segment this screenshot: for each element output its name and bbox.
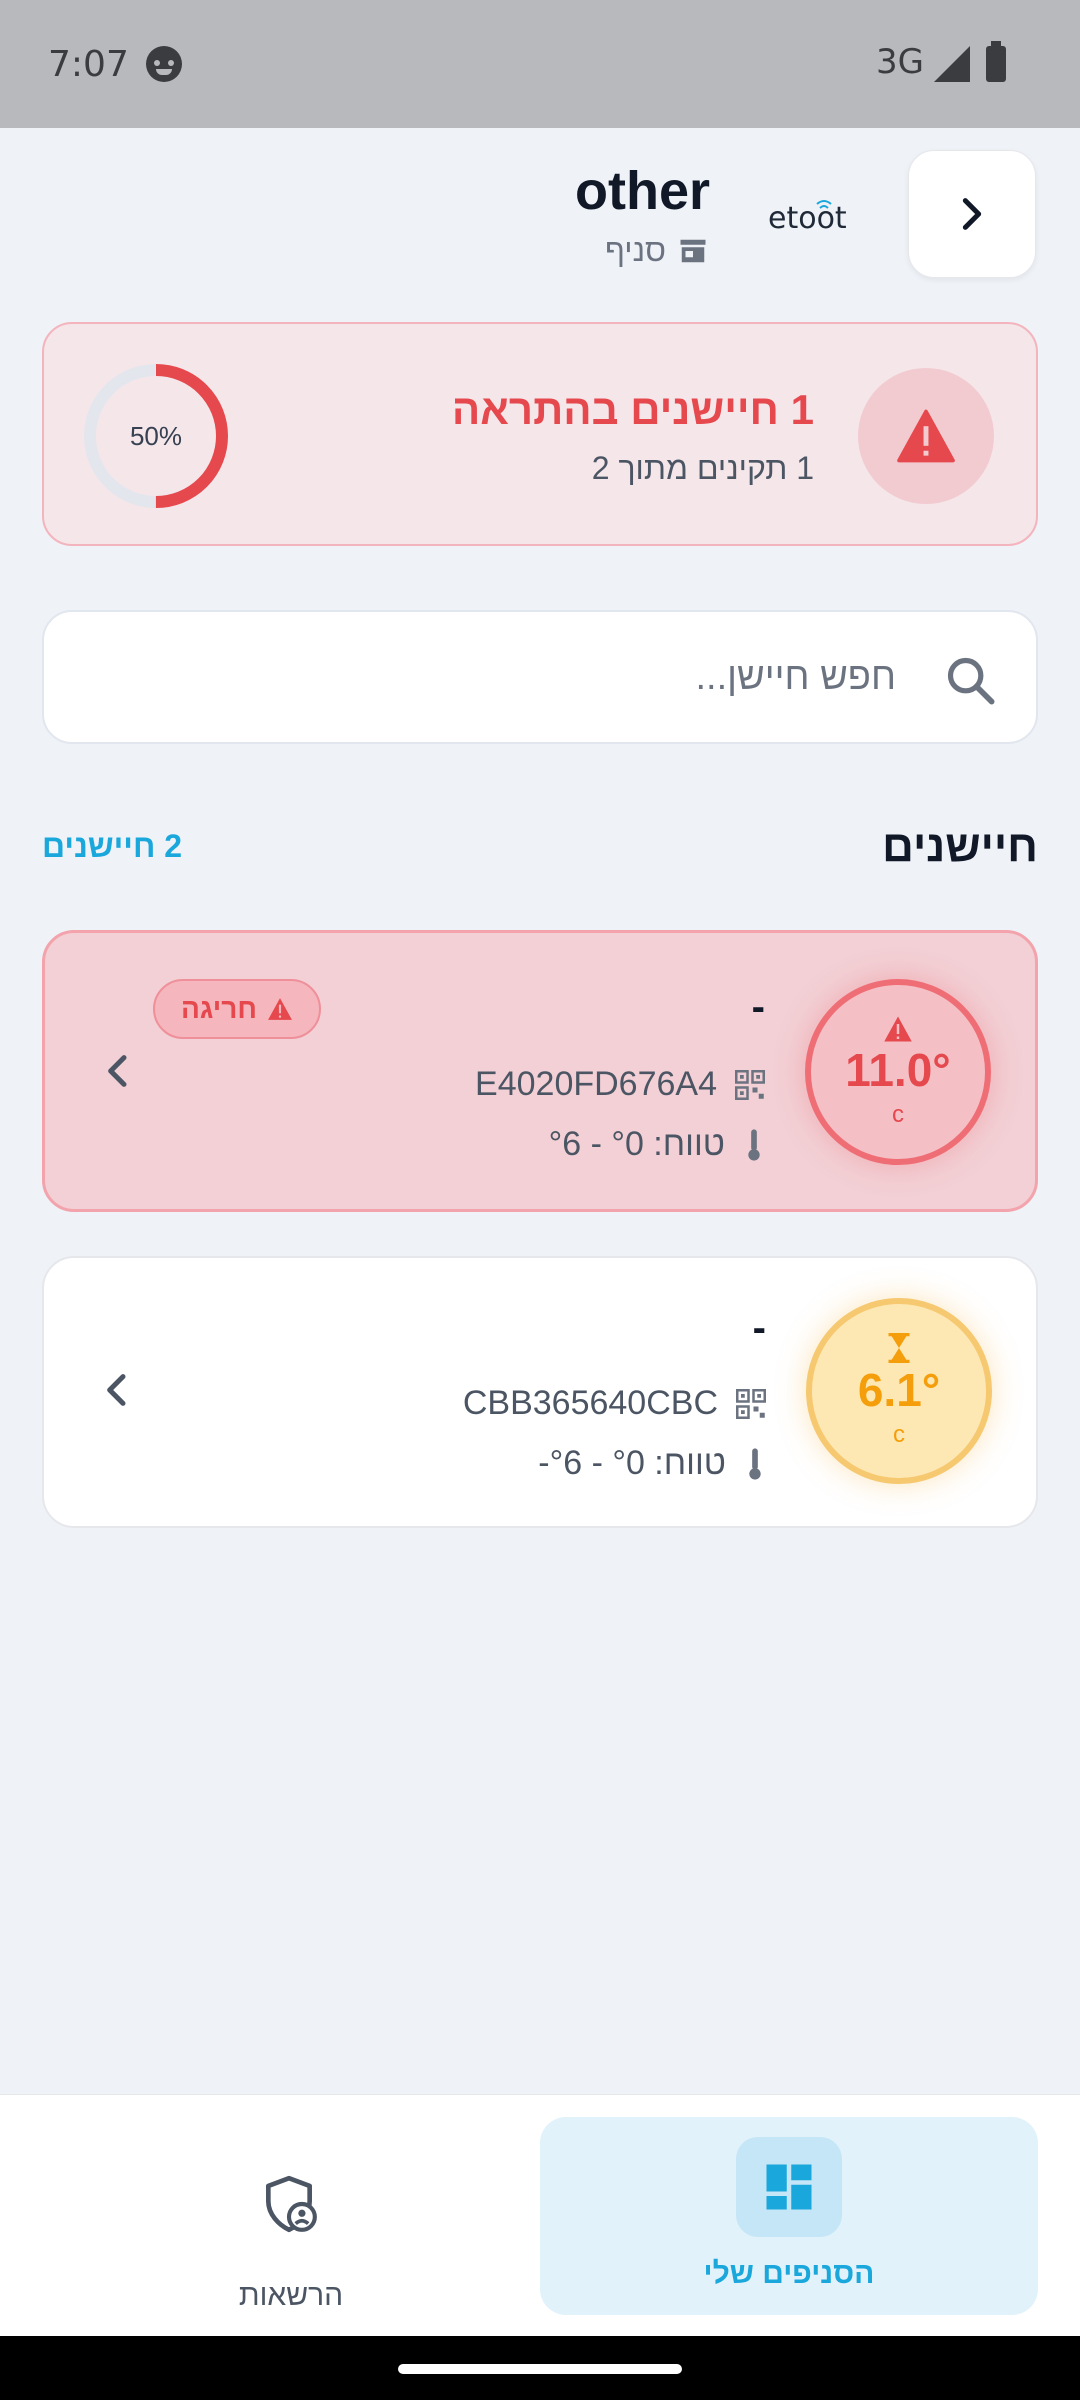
sensor-id: CBB365640CBC xyxy=(462,1384,718,1422)
branch-subtitle: סניף xyxy=(605,232,708,269)
sensor-range-row: טווח: °0 - °6- xyxy=(538,1444,766,1483)
qr-code-icon xyxy=(736,1388,766,1419)
nav-tab-icon-bg xyxy=(736,2137,842,2237)
sensor-range: טווח: °0 - °6 xyxy=(548,1125,725,1163)
warning-icon xyxy=(884,1016,912,1042)
branch-label: סניף xyxy=(604,232,666,268)
etoot-logo: etoot xyxy=(768,200,847,234)
status-time: 7:07 xyxy=(48,44,129,85)
temperature-value: 11.0° xyxy=(845,1044,951,1096)
store-icon xyxy=(680,239,706,262)
nav-tab-label: הסניפים שלי xyxy=(703,2257,875,2290)
sensor-range: טווח: °0 - °6- xyxy=(538,1444,726,1482)
search-icon xyxy=(947,657,995,705)
sensor-id-row: CBB365640CBC xyxy=(463,1384,766,1423)
sensor-range-row: טווח: °0 - °6 xyxy=(549,1125,765,1164)
chevron-left-icon[interactable] xyxy=(98,1370,138,1410)
signal-icon xyxy=(934,46,970,82)
temperature-value: 6.1° xyxy=(857,1364,941,1416)
bottom-nav: הסניפים שלי הרשאות xyxy=(0,2094,1080,2336)
progress-ring: 50% xyxy=(78,358,234,514)
sensors-count: 2 חיישנים xyxy=(42,828,183,864)
thermometer-icon xyxy=(749,1447,761,1480)
warning-icon xyxy=(268,998,292,1020)
sensor-name: - xyxy=(752,1306,766,1350)
temperature-indicator: 6.1° c xyxy=(806,1298,992,1484)
dashboard-icon xyxy=(766,2164,812,2210)
nav-tab-permissions[interactable]: הרשאות xyxy=(42,2117,540,2315)
status-bar: 7:07 3G xyxy=(0,0,1080,128)
svg-text:etoot: etoot xyxy=(768,201,847,234)
home-gesture-handle[interactable] xyxy=(398,2364,682,2374)
sensor-id: E4020FD676A4 xyxy=(475,1065,717,1103)
sensor-name: - xyxy=(751,985,765,1029)
back-button[interactable] xyxy=(908,150,1036,278)
alert-icon-badge xyxy=(858,368,994,504)
search-input[interactable]: חפש חיישן... xyxy=(42,610,1038,744)
system-gesture-bar xyxy=(0,2336,1080,2400)
qr-code-icon xyxy=(735,1069,765,1100)
progress-percent: 50% xyxy=(129,420,183,451)
search-placeholder: חפש חיישן... xyxy=(695,656,896,698)
temperature-unit: c xyxy=(892,1101,904,1128)
chevron-left-icon[interactable] xyxy=(99,1051,139,1091)
alert-title: 1 חיישנים בהתראה xyxy=(451,386,814,433)
temperature-indicator: 11.0° c xyxy=(805,979,991,1165)
alert-subtitle: 1 תקינים מתוך 2 xyxy=(591,450,814,486)
sensor-card[interactable]: 6.1° c - CBB365640CBC טווח: °0 - °6- xyxy=(42,1256,1038,1528)
hourglass-icon xyxy=(888,1333,910,1363)
thermometer-icon xyxy=(748,1128,760,1161)
nav-tab-label: הרשאות xyxy=(238,2279,344,2312)
status-badge-label: חריגה xyxy=(181,993,257,1024)
chevron-right-icon xyxy=(962,198,982,230)
sensor-card[interactable]: 11.0° c - E4020FD676A4 טווח: °0 - °6 חרי… xyxy=(42,930,1038,1212)
network-type: 3G xyxy=(876,42,924,82)
temperature-unit: c xyxy=(893,1421,905,1448)
notification-icon xyxy=(146,46,182,82)
nav-tab-my-branches[interactable]: הסניפים שלי xyxy=(540,2117,1038,2315)
warning-icon xyxy=(897,409,955,463)
battery-icon xyxy=(986,41,1006,82)
status-badge: חריגה xyxy=(153,979,321,1039)
sensors-section-title: חיישנים xyxy=(882,822,1038,871)
shield-user-icon xyxy=(266,2175,317,2233)
sensor-id-row: E4020FD676A4 xyxy=(475,1065,765,1104)
alert-summary-card[interactable]: 1 חיישנים בהתראה 1 תקינים מתוך 2 50% xyxy=(42,322,1038,546)
page-title: other xyxy=(575,161,710,221)
